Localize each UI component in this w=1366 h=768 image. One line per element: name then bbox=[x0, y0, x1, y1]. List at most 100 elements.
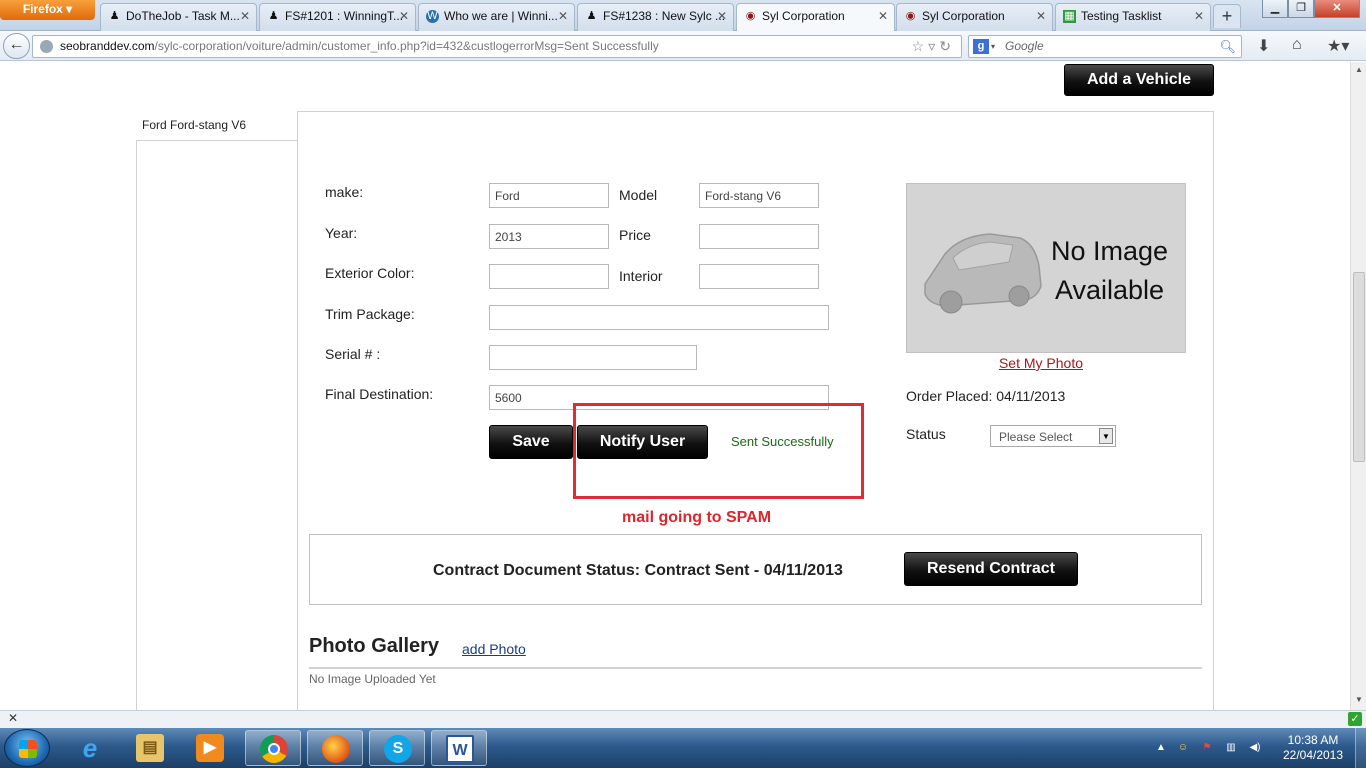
exterior-color-input[interactable] bbox=[489, 264, 609, 289]
tab-close-icon[interactable]: ✕ bbox=[717, 4, 727, 28]
price-input[interactable] bbox=[699, 224, 819, 249]
scroll-up-arrow-icon[interactable]: ▲ bbox=[1351, 65, 1366, 74]
window-close-button[interactable]: ✕ bbox=[1314, 0, 1360, 18]
taskbar-chrome[interactable] bbox=[245, 730, 301, 766]
contract-status-text: Contract Document Status: Contract Sent … bbox=[433, 562, 843, 579]
wordpress-icon: W bbox=[426, 10, 439, 23]
network-tray-icon[interactable]: ▥ bbox=[1225, 742, 1237, 754]
price-label: Price bbox=[619, 227, 651, 243]
taskbar-file-explorer[interactable]: ▤ bbox=[122, 730, 178, 766]
internet-explorer-icon: e bbox=[82, 733, 98, 763]
messenger-tray-icon[interactable]: ☺ bbox=[1177, 742, 1189, 754]
trim-package-input[interactable] bbox=[489, 305, 829, 330]
tab-close-icon[interactable]: ✕ bbox=[558, 4, 568, 28]
minimize-button[interactable]: ▁ bbox=[1262, 0, 1288, 18]
taskbar-skype[interactable]: S bbox=[369, 730, 425, 766]
show-hidden-icons-icon[interactable]: ▲ bbox=[1155, 742, 1167, 754]
home-icon[interactable]: ⌂ bbox=[1292, 36, 1302, 54]
make-label: make: bbox=[325, 184, 364, 200]
windows-logo-icon bbox=[19, 740, 37, 758]
no-image-placeholder: No Image Available bbox=[906, 183, 1186, 353]
person-icon: ♟ bbox=[109, 10, 120, 22]
browser-tab-testing-tasklist[interactable]: ▦ Testing Tasklist ✕ bbox=[1055, 3, 1211, 31]
tab-label: DoTheJob - Task M... bbox=[126, 9, 240, 23]
volume-tray-icon[interactable]: ◀) bbox=[1249, 742, 1261, 754]
taskbar-firefox[interactable] bbox=[307, 730, 363, 766]
tab-label: Syl Corporation bbox=[762, 9, 845, 23]
search-icon[interactable]: 🔍︎ bbox=[1219, 36, 1236, 57]
download-icon[interactable]: ⬇ bbox=[1257, 36, 1270, 56]
url-path: /sylc-corporation/voiture/admin/customer… bbox=[154, 39, 659, 53]
tray-clock[interactable]: 10:38 AM 22/04/2013 bbox=[1276, 733, 1350, 763]
chevron-down-icon[interactable]: ▼ bbox=[1099, 428, 1113, 444]
save-button[interactable]: Save bbox=[489, 425, 573, 459]
taskbar-word[interactable]: W bbox=[431, 730, 487, 766]
addon-bar: ✕ ✓ bbox=[0, 710, 1366, 728]
tab-label: FS#1238 : New Sylc ... bbox=[603, 9, 726, 23]
no-image-text: No Image Available bbox=[1037, 232, 1182, 310]
back-arrow-icon[interactable]: ← bbox=[3, 33, 30, 59]
tab-label: Who we are | Winni... bbox=[444, 9, 558, 23]
taskbar-internet-explorer[interactable]: e bbox=[62, 730, 118, 766]
new-tab-button[interactable]: + bbox=[1213, 4, 1241, 28]
reload-icon[interactable]: ↻ bbox=[939, 38, 955, 54]
model-input[interactable]: Ford-stang V6 bbox=[699, 183, 819, 208]
search-engine-dropdown-icon[interactable]: ▾ bbox=[991, 36, 995, 57]
maximize-button[interactable]: ❐ bbox=[1288, 0, 1314, 18]
vehicle-tab[interactable]: Ford Ford-stang V6 bbox=[136, 111, 298, 141]
resend-contract-button[interactable]: Resend Contract bbox=[904, 552, 1078, 586]
url-bar[interactable]: seobranddev.com/sylc-corporation/voiture… bbox=[32, 35, 962, 58]
browser-tab-dothejob[interactable]: ♟ DoTheJob - Task M... ✕ bbox=[100, 3, 257, 31]
annotation-highlight-box bbox=[573, 403, 864, 499]
interior-label: Interior bbox=[619, 268, 663, 284]
serial-input[interactable] bbox=[489, 345, 697, 370]
dropdown-arrow-icon[interactable]: ▿ bbox=[928, 38, 939, 54]
status-select[interactable]: Please Select ▼ bbox=[990, 425, 1116, 447]
bookmarks-menu-icon[interactable]: ★▾ bbox=[1327, 36, 1349, 56]
google-icon[interactable]: g bbox=[973, 39, 989, 54]
tab-close-icon[interactable]: ✕ bbox=[1036, 4, 1046, 28]
set-my-photo-link[interactable]: Set My Photo bbox=[906, 355, 1176, 371]
year-input[interactable]: 2013 bbox=[489, 224, 609, 249]
firefox-menu-button[interactable]: Firefox ▾ bbox=[0, 0, 95, 20]
flag-tray-icon[interactable]: ⚑ bbox=[1201, 742, 1213, 754]
taskbar-media-player[interactable]: ▶ bbox=[182, 730, 238, 766]
checkmark-icon[interactable]: ✓ bbox=[1348, 712, 1362, 726]
scroll-thumb[interactable] bbox=[1353, 272, 1365, 462]
browser-tab-fs1238[interactable]: ♟ FS#1238 : New Sylc ... ✕ bbox=[577, 3, 734, 31]
order-placed-text: Order Placed: 04/11/2013 bbox=[906, 388, 1066, 404]
chrome-icon bbox=[260, 735, 288, 763]
interior-input[interactable] bbox=[699, 264, 819, 289]
browser-tab-who-we-are[interactable]: W Who we are | Winni... ✕ bbox=[418, 3, 575, 31]
status-select-value: Please Select bbox=[999, 430, 1073, 444]
close-icon[interactable]: ✕ bbox=[8, 711, 18, 725]
show-desktop-button[interactable] bbox=[1355, 728, 1366, 768]
exterior-color-label: Exterior Color: bbox=[325, 265, 415, 281]
search-bar[interactable]: g ▾ Google 🔍︎ bbox=[968, 35, 1242, 58]
browser-tab-syl-active[interactable]: ◉ Syl Corporation ✕ bbox=[736, 3, 895, 32]
browser-tab-syl[interactable]: ◉ Syl Corporation ✕ bbox=[896, 3, 1053, 31]
skype-icon: S bbox=[384, 735, 412, 763]
model-label: Model bbox=[619, 187, 658, 203]
tab-close-icon[interactable]: ✕ bbox=[878, 4, 888, 28]
tab-close-icon[interactable]: ✕ bbox=[399, 4, 409, 28]
browser-tab-fs1201[interactable]: ♟ FS#1201 : WinningT... ✕ bbox=[259, 3, 416, 31]
page-content: Add a Vehicle Ford Ford-stang V6 make: M… bbox=[0, 62, 1350, 710]
person-icon: ♟ bbox=[586, 10, 597, 22]
firefox-icon bbox=[322, 735, 350, 763]
bookmark-star-icon[interactable]: ☆ bbox=[912, 38, 929, 54]
make-input[interactable]: Ford bbox=[489, 183, 609, 208]
start-button[interactable] bbox=[4, 729, 50, 767]
tab-close-icon[interactable]: ✕ bbox=[240, 4, 250, 28]
add-vehicle-button[interactable]: Add a Vehicle bbox=[1064, 64, 1214, 96]
media-player-icon: ▶ bbox=[196, 734, 224, 762]
panel-divider bbox=[297, 140, 298, 710]
scroll-down-arrow-icon[interactable]: ▼ bbox=[1351, 695, 1366, 704]
firefox-menu-label: Firefox bbox=[22, 2, 63, 16]
page-scrollbar[interactable]: ▲ ▼ bbox=[1350, 62, 1366, 710]
folder-icon: ▤ bbox=[136, 734, 164, 762]
tab-close-icon[interactable]: ✕ bbox=[1194, 4, 1204, 28]
syl-icon: ◉ bbox=[905, 10, 916, 22]
add-photo-link[interactable]: add Photo bbox=[462, 641, 526, 657]
browser-tab-bar: Firefox ▾ ♟ DoTheJob - Task M... ✕ ♟ FS#… bbox=[0, 0, 1366, 32]
